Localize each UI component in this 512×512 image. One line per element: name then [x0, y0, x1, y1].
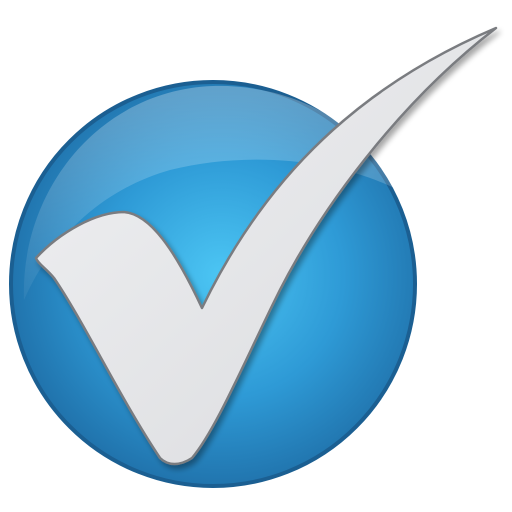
checkmark-badge-icon — [9, 26, 498, 488]
app-icon — [0, 0, 512, 512]
